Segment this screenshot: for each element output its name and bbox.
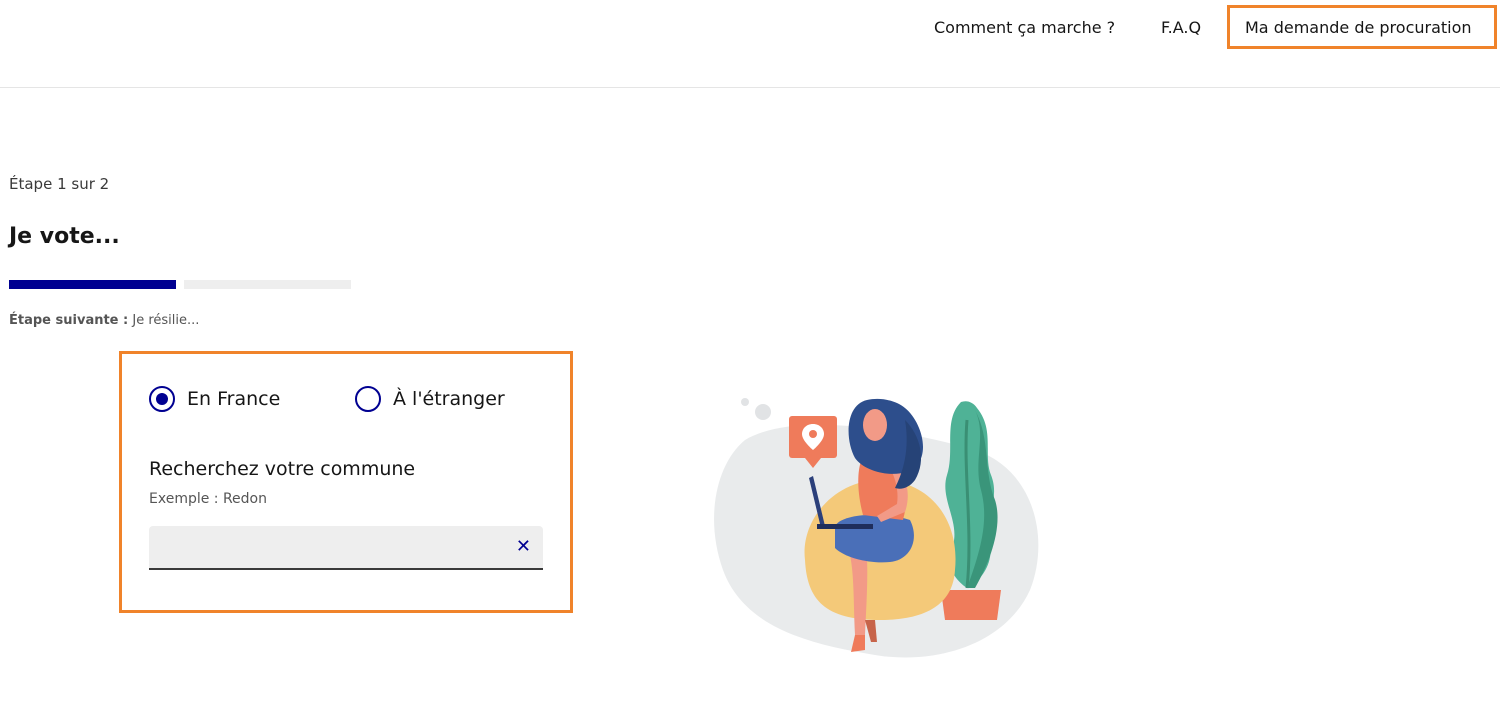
next-step-text: Étape suivante : Je résilie... [9, 313, 199, 328]
progress-segment-completed [9, 280, 176, 289]
commune-search-hint: Exemple : Redon [149, 491, 267, 507]
progress-segment-remaining [184, 280, 351, 289]
radio-label-a-letranger: À l'étranger [393, 388, 505, 410]
site-header: Comment ça marche ? F.A.Q Ma demande de … [0, 0, 1500, 88]
step-progress-bar [9, 280, 351, 289]
close-icon[interactable]: ✕ [516, 536, 531, 557]
location-form: En France À l'étranger Recherchez votre … [119, 351, 573, 613]
radio-button-checked[interactable] [149, 386, 175, 412]
commune-search-label: Recherchez votre commune [149, 458, 416, 480]
commune-search-input[interactable] [149, 526, 513, 568]
radio-en-france[interactable]: En France [149, 386, 280, 412]
step-title: Je vote... [9, 224, 120, 249]
radio-a-letranger[interactable]: À l'étranger [355, 386, 505, 412]
next-step-value: Je résilie... [132, 313, 200, 328]
commune-search-field: ✕ [149, 526, 543, 570]
nav-my-request-link[interactable]: Ma demande de procuration [1245, 17, 1472, 39]
radio-label-en-france: En France [187, 388, 281, 410]
radio-button-unchecked[interactable] [355, 386, 381, 412]
step-counter: Étape 1 sur 2 [9, 175, 110, 193]
nav-how-it-works-link[interactable]: Comment ça marche ? [934, 17, 1115, 39]
woman-with-laptop-illustration [714, 398, 1039, 658]
nav-faq-link[interactable]: F.A.Q [1161, 17, 1201, 39]
next-step-label: Étape suivante : [9, 313, 129, 328]
